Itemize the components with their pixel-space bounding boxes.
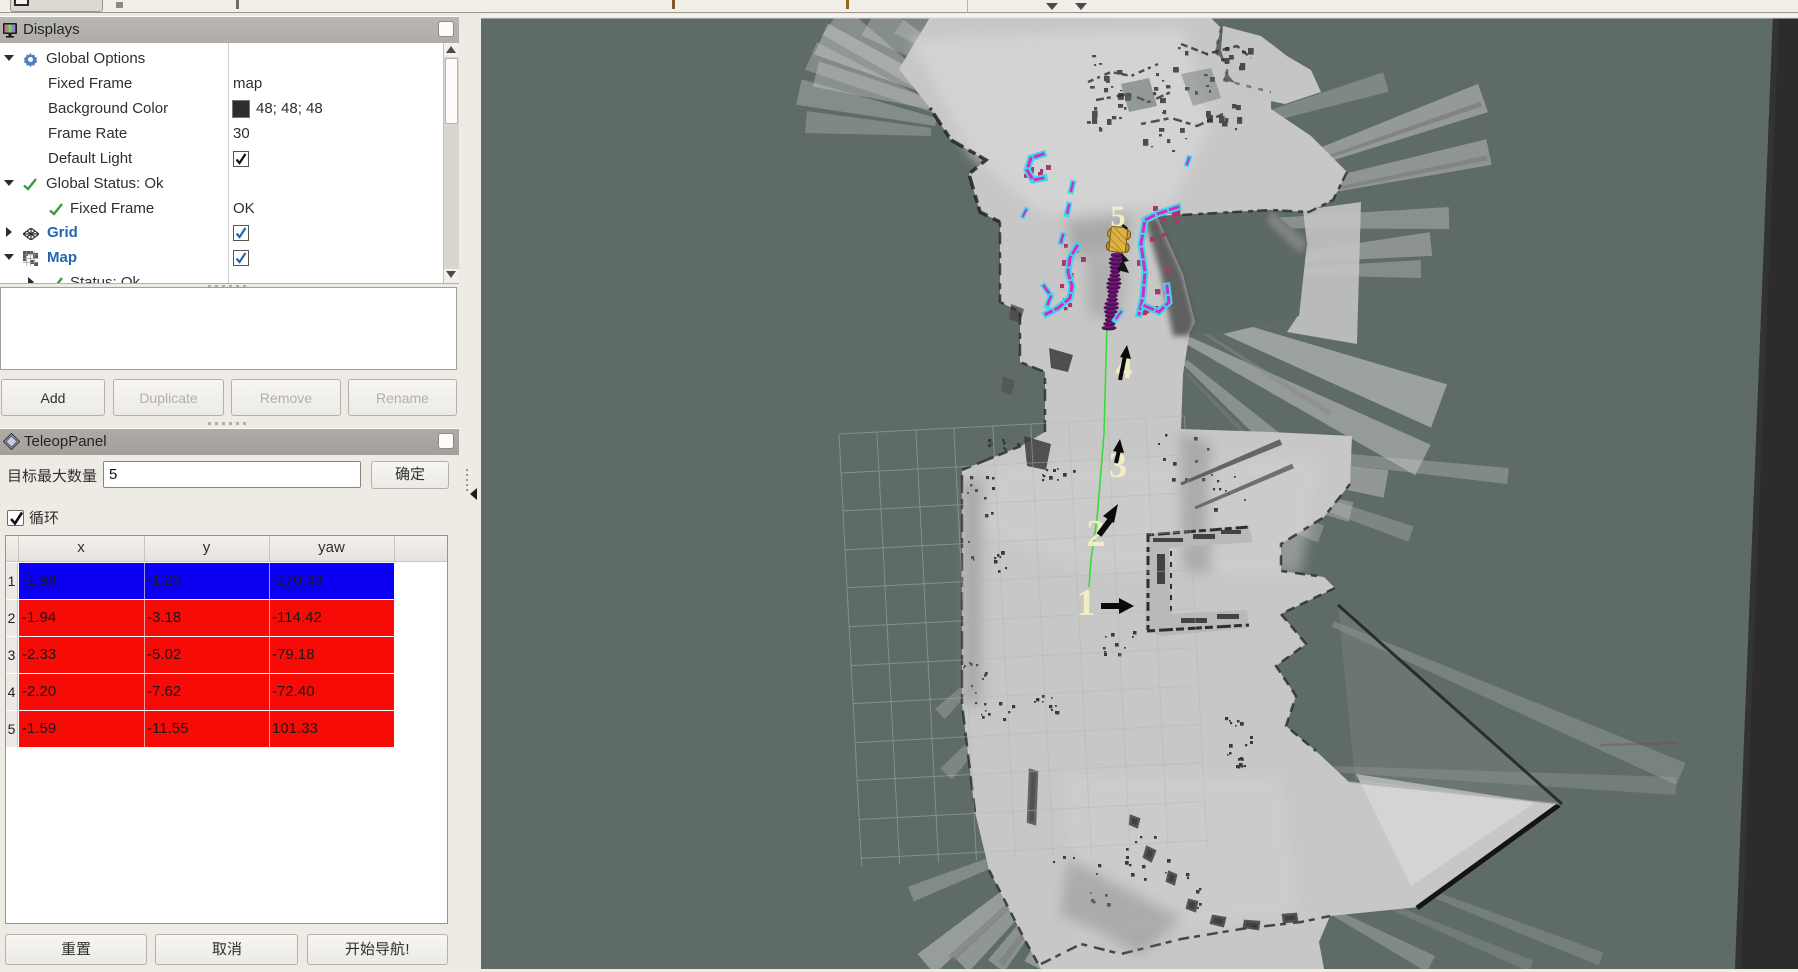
svg-text:1: 1 xyxy=(1077,582,1096,624)
svg-text:5: 5 xyxy=(1111,200,1126,233)
